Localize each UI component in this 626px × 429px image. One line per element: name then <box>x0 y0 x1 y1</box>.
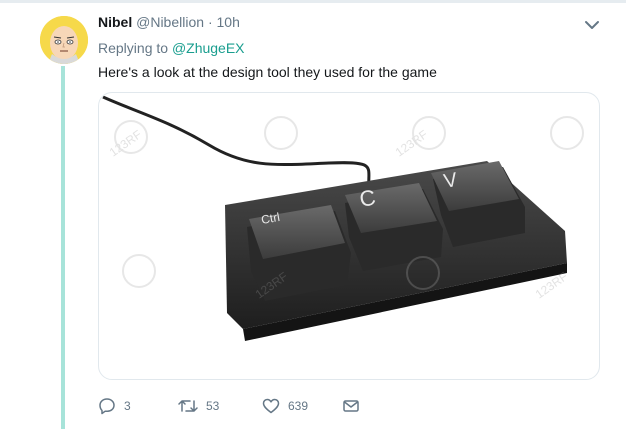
reply-count: 3 <box>124 399 131 413</box>
replying-to-mention[interactable]: @ZhugeEX <box>172 40 245 56</box>
keyboard-keys-image: Ctrl C V 123RF 123RF 123RF 123RF <box>102 95 584 341</box>
like-button[interactable]: 639 <box>262 395 308 417</box>
replying-to-label: Replying to <box>98 40 169 56</box>
like-count: 639 <box>288 399 309 413</box>
retweet-icon <box>178 400 198 412</box>
top-divider <box>0 0 626 3</box>
thread-connector-line <box>61 66 65 429</box>
tweet-text: Here's a look at the design tool they us… <box>98 64 437 80</box>
envelope-icon <box>343 400 359 412</box>
chevron-down-icon[interactable] <box>583 16 601 34</box>
tweet-media[interactable]: Ctrl C V 123RF 123RF 123RF 123RF <box>98 92 600 380</box>
tweet-header: Nibel @Nibellion · 10h <box>98 14 240 30</box>
retweet-count: 53 <box>206 399 220 413</box>
replying-to-line: Replying to @ZhugeEX <box>98 40 245 56</box>
watermark-text: 123RF <box>393 127 431 159</box>
avatar-bald-hero-image <box>40 16 88 64</box>
heart-icon <box>262 398 280 414</box>
tweet-actions: 3 53 639 <box>98 395 398 417</box>
watermark-text: 123RF <box>107 127 145 159</box>
reply-icon <box>99 398 115 415</box>
header-separator: · <box>207 14 213 30</box>
author-name[interactable]: Nibel <box>98 14 132 30</box>
avatar[interactable] <box>40 16 88 64</box>
reply-button[interactable]: 3 <box>98 395 131 417</box>
author-handle[interactable]: @Nibellion <box>136 14 204 30</box>
tweet-timestamp[interactable]: 10h <box>217 14 240 30</box>
retweet-button[interactable]: 53 <box>178 395 219 417</box>
direct-message-button[interactable] <box>342 395 360 417</box>
